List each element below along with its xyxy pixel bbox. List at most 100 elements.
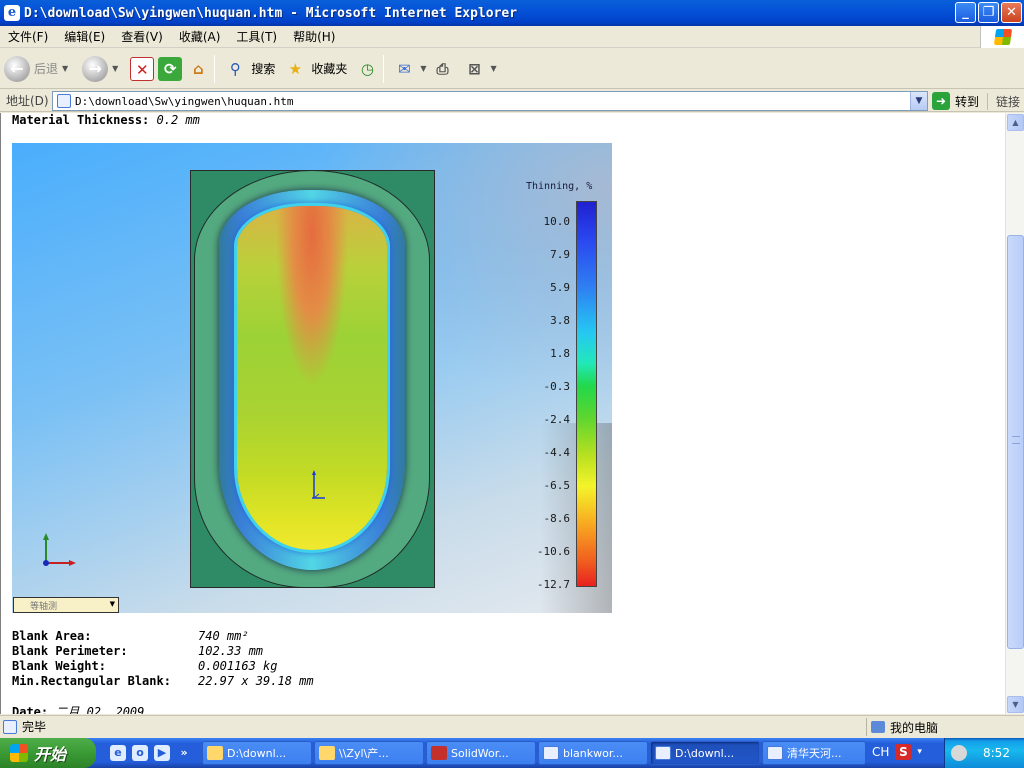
material-label: Material Thickness: — [12, 113, 150, 127]
address-dropdown-icon[interactable]: ▼ — [910, 92, 927, 110]
stat-row: Blank Perimeter: 102.33 mm — [12, 644, 314, 659]
taskbar-item-active[interactable]: D:\downl... — [650, 741, 760, 765]
ime-label[interactable]: CH — [872, 745, 889, 759]
forward-arrow-icon: → — [82, 55, 109, 82]
menu-tools[interactable]: 工具(T) — [228, 28, 285, 45]
part-plate — [190, 170, 435, 588]
solidworks-icon — [431, 746, 447, 760]
menu-favorites[interactable]: 收藏(A) — [171, 28, 229, 45]
speaker-icon[interactable] — [951, 745, 967, 761]
search-icon: ⚲ — [229, 59, 241, 78]
taskbar-item[interactable]: \\Zyl\产... — [314, 741, 424, 765]
stat-value: 22.97 x 39.18 mm — [198, 674, 314, 688]
view-select[interactable]: 等轴测 ▼ — [13, 597, 119, 613]
quicklaunch-outlook-icon[interactable]: o — [132, 745, 148, 761]
history-icon[interactable]: ◷ — [355, 57, 379, 81]
stop-icon[interactable]: ✕ — [130, 56, 155, 81]
scroll-thumb[interactable] — [1007, 235, 1024, 649]
clock[interactable]: 8:52 — [983, 746, 1010, 760]
thinning-simulation-image: Thinning, % 10.0 7.9 5.9 3.8 1.8 -0.3 -2… — [12, 143, 612, 613]
toolbar: ← 后退 ▼ → ▼ ✕ ⟳ ⌂ ⚲ 搜索 ★ 收藏夹 ◷ ✉ ▼ ⎙ ⊠ ▼ — [0, 49, 1024, 89]
legend-tick: -2.4 — [543, 413, 571, 426]
edit-icon[interactable]: ⊠ — [463, 57, 487, 81]
scroll-up-button[interactable]: ▲ — [1007, 114, 1024, 131]
taskbar-item-label: blankwor... — [563, 746, 623, 760]
taskbar-item[interactable]: D:\downl... — [202, 741, 312, 765]
address-bar: 地址(D) D:\download\Sw\yingwen\huquan.htm … — [0, 90, 1024, 112]
links-button[interactable]: 链接 — [986, 93, 1020, 110]
security-zone: 我的电脑 — [866, 718, 938, 736]
folder-icon — [319, 746, 335, 760]
address-input[interactable]: D:\download\Sw\yingwen\huquan.htm ▼ — [52, 91, 928, 111]
quicklaunch-more-icon[interactable]: » — [176, 745, 192, 761]
address-url[interactable]: D:\download\Sw\yingwen\huquan.htm — [75, 95, 294, 108]
taskbar-item-label: 清华天河... — [787, 747, 842, 760]
back-button[interactable]: ← 后退 ▼ — [4, 52, 68, 86]
go-button[interactable]: ➜ 转到 — [932, 92, 979, 110]
vertical-scrollbar[interactable]: ▲ ▼ — [1005, 113, 1024, 714]
stat-key: Blank Perimeter: — [12, 644, 128, 658]
grip-icon — [1012, 436, 1020, 444]
taskbar-item[interactable]: SolidWor... — [426, 741, 536, 765]
menu-bar: 文件(F) 编辑(E) 查看(V) 收藏(A) 工具(T) 帮助(H) — [0, 26, 1024, 48]
stat-row: Min.Rectangular Blank: 22.97 x 39.18 mm — [12, 674, 314, 689]
page-icon — [57, 94, 71, 108]
view-triad-icon — [43, 533, 76, 566]
ie-icon — [655, 746, 671, 760]
scroll-down-button[interactable]: ▼ — [1007, 696, 1024, 713]
forward-dropdown-icon[interactable]: ▼ — [112, 64, 118, 73]
menu-file[interactable]: 文件(F) — [0, 28, 56, 45]
legend-tick: 1.8 — [550, 347, 570, 360]
quicklaunch-ie-icon[interactable]: e — [110, 745, 126, 761]
home-icon[interactable]: ⌂ — [186, 57, 210, 81]
windows-flag-icon — [10, 744, 28, 762]
taskbar-item[interactable]: 清华天河... — [762, 741, 866, 765]
minimize-button[interactable]: _ — [955, 2, 976, 23]
legend-tick: -10.6 — [536, 545, 570, 558]
search-button[interactable]: ⚲ 搜索 — [223, 52, 276, 86]
quicklaunch-media-icon[interactable]: ▶ — [154, 745, 170, 761]
page-done-icon — [3, 720, 17, 734]
page-content: Material Thickness: 0.2 mm Thinning, % 1… — [0, 113, 1005, 714]
taskbar-item-label: D:\downl... — [675, 746, 735, 760]
favorites-button[interactable]: ★ 收藏夹 — [283, 52, 348, 86]
windows-logo — [980, 26, 1024, 48]
refresh-icon[interactable]: ⟳ — [158, 56, 183, 81]
edit-dropdown-icon[interactable]: ▼ — [491, 64, 497, 73]
title-bar: e D:\download\Sw\yingwen\huquan.htm - Mi… — [0, 0, 1024, 26]
sogou-icon[interactable]: S — [895, 744, 912, 760]
taskbar-item[interactable]: blankwor... — [538, 741, 648, 765]
mail-dropdown-icon[interactable]: ▼ — [420, 64, 426, 73]
date-line: Date: 二月 02, 2009 — [12, 703, 144, 714]
start-button[interactable]: 开始 — [0, 738, 96, 768]
ime-menu-icon[interactable]: ▾ — [917, 747, 922, 757]
language-bar[interactable]: CH S ▾ — [872, 744, 922, 760]
taskbar-item-label: SolidWor... — [451, 746, 509, 760]
menu-view[interactable]: 查看(V) — [113, 28, 171, 45]
favorites-label: 收藏夹 — [311, 62, 348, 76]
folder-icon — [207, 746, 223, 760]
address-label: 地址(D) — [6, 94, 49, 108]
mail-icon[interactable]: ✉ — [392, 57, 416, 81]
ie-icon — [543, 746, 559, 760]
menu-help[interactable]: 帮助(H) — [285, 28, 343, 45]
menu-edit[interactable]: 编辑(E) — [56, 28, 113, 45]
legend-tick: 3.8 — [550, 314, 570, 327]
go-label: 转到 — [955, 94, 980, 109]
stat-row: Blank Weight: 0.001163 kg — [12, 659, 314, 674]
taskbar-item-label: \\Zyl\产... — [339, 747, 389, 760]
restore-button[interactable]: ❐ — [978, 2, 999, 23]
blank-stats: Blank Area: 740 mm² Blank Perimeter: 102… — [12, 629, 314, 689]
forward-button[interactable]: → ▼ — [82, 52, 118, 86]
origin-axis-icon — [312, 470, 325, 499]
back-label: 后退 — [34, 62, 59, 76]
print-icon[interactable]: ⎙ — [431, 57, 455, 81]
ie-icon: e — [4, 5, 20, 21]
back-dropdown-icon[interactable]: ▼ — [62, 64, 68, 73]
legend-title: Thinning, % — [526, 181, 593, 192]
toolbar-separator — [214, 54, 216, 83]
close-button[interactable]: ✕ — [1001, 2, 1022, 23]
stat-key: Blank Weight: — [12, 659, 106, 673]
material-thickness-line: Material Thickness: 0.2 mm — [12, 113, 200, 127]
computer-icon — [871, 721, 885, 733]
